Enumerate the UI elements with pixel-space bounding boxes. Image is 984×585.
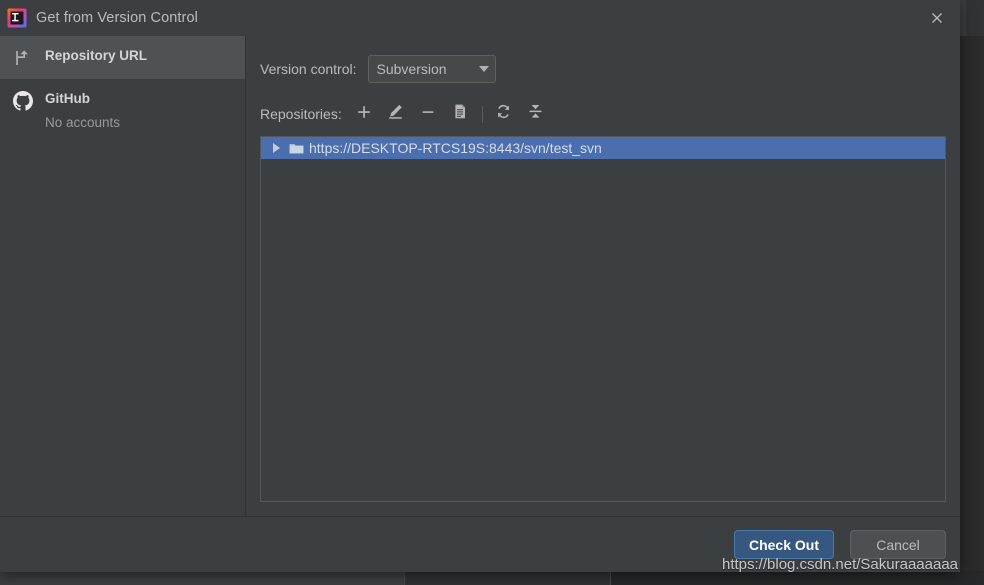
toolbar-separator (481, 105, 483, 123)
dialog-footer: Check Out Cancel (0, 516, 960, 572)
vcs-branch-icon (12, 47, 34, 69)
add-repository-button[interactable] (351, 102, 377, 126)
repositories-label: Repositories: (260, 106, 342, 122)
version-control-select[interactable]: Subversion (367, 55, 496, 83)
pencil-icon (387, 103, 404, 125)
folder-icon (286, 142, 306, 155)
collapse-all-button[interactable] (523, 102, 549, 126)
repositories-toolbar: Repositories: (260, 98, 946, 130)
status-segment-mid (404, 572, 611, 585)
background-status-bar (0, 571, 984, 585)
version-control-label: Version control: (260, 61, 357, 77)
sidebar-item-github[interactable]: GitHub No accounts (0, 79, 245, 142)
cancel-button[interactable]: Cancel (850, 530, 946, 559)
sidebar-item-label: Repository URL (45, 48, 148, 63)
document-icon (452, 103, 468, 125)
status-segment-left (0, 572, 404, 585)
github-icon (12, 90, 34, 112)
dialog-sidebar: Repository URL GitHub No accounts (0, 36, 246, 516)
sidebar-item-repository-url-text: Repository URL (45, 46, 147, 65)
sidebar-item-subtitle: No accounts (45, 115, 121, 130)
background-right-edge (966, 0, 984, 36)
dialog-titlebar: Get from Version Control (0, 0, 960, 36)
repository-list-row[interactable]: https://DESKTOP-RTCS19S:8443/svn/test_sv… (261, 137, 945, 159)
dialog-content: Version control: Subversion Repositories… (246, 36, 960, 516)
minus-icon (420, 104, 436, 125)
refresh-icon (495, 103, 512, 125)
repository-url-text: https://DESKTOP-RTCS19S:8443/svn/test_sv… (309, 140, 602, 156)
repository-details-button[interactable] (447, 102, 473, 126)
version-control-row: Version control: Subversion (260, 52, 946, 86)
sidebar-item-github-text: GitHub No accounts (45, 89, 120, 132)
expand-triangle-icon[interactable] (268, 143, 284, 153)
status-segment-right (611, 572, 984, 585)
chevron-down-icon (473, 66, 495, 72)
sidebar-item-repository-url[interactable]: Repository URL (0, 36, 245, 79)
get-from-version-control-dialog: Get from Version Control Repository URL … (0, 0, 960, 572)
intellij-idea-icon (7, 8, 27, 28)
repositories-list[interactable]: https://DESKTOP-RTCS19S:8443/svn/test_sv… (260, 136, 946, 502)
sidebar-item-label: GitHub (45, 91, 90, 106)
refresh-button[interactable] (491, 102, 517, 126)
plus-icon (356, 104, 372, 125)
collapse-all-icon (527, 103, 544, 125)
version-control-selected-value: Subversion (376, 61, 447, 77)
dialog-title: Get from Version Control (36, 10, 198, 26)
dialog-body: Repository URL GitHub No accounts Versio… (0, 36, 960, 516)
close-icon[interactable] (914, 0, 960, 36)
check-out-button[interactable]: Check Out (733, 530, 834, 559)
remove-repository-button[interactable] (415, 102, 441, 126)
edit-repository-button[interactable] (383, 102, 409, 126)
